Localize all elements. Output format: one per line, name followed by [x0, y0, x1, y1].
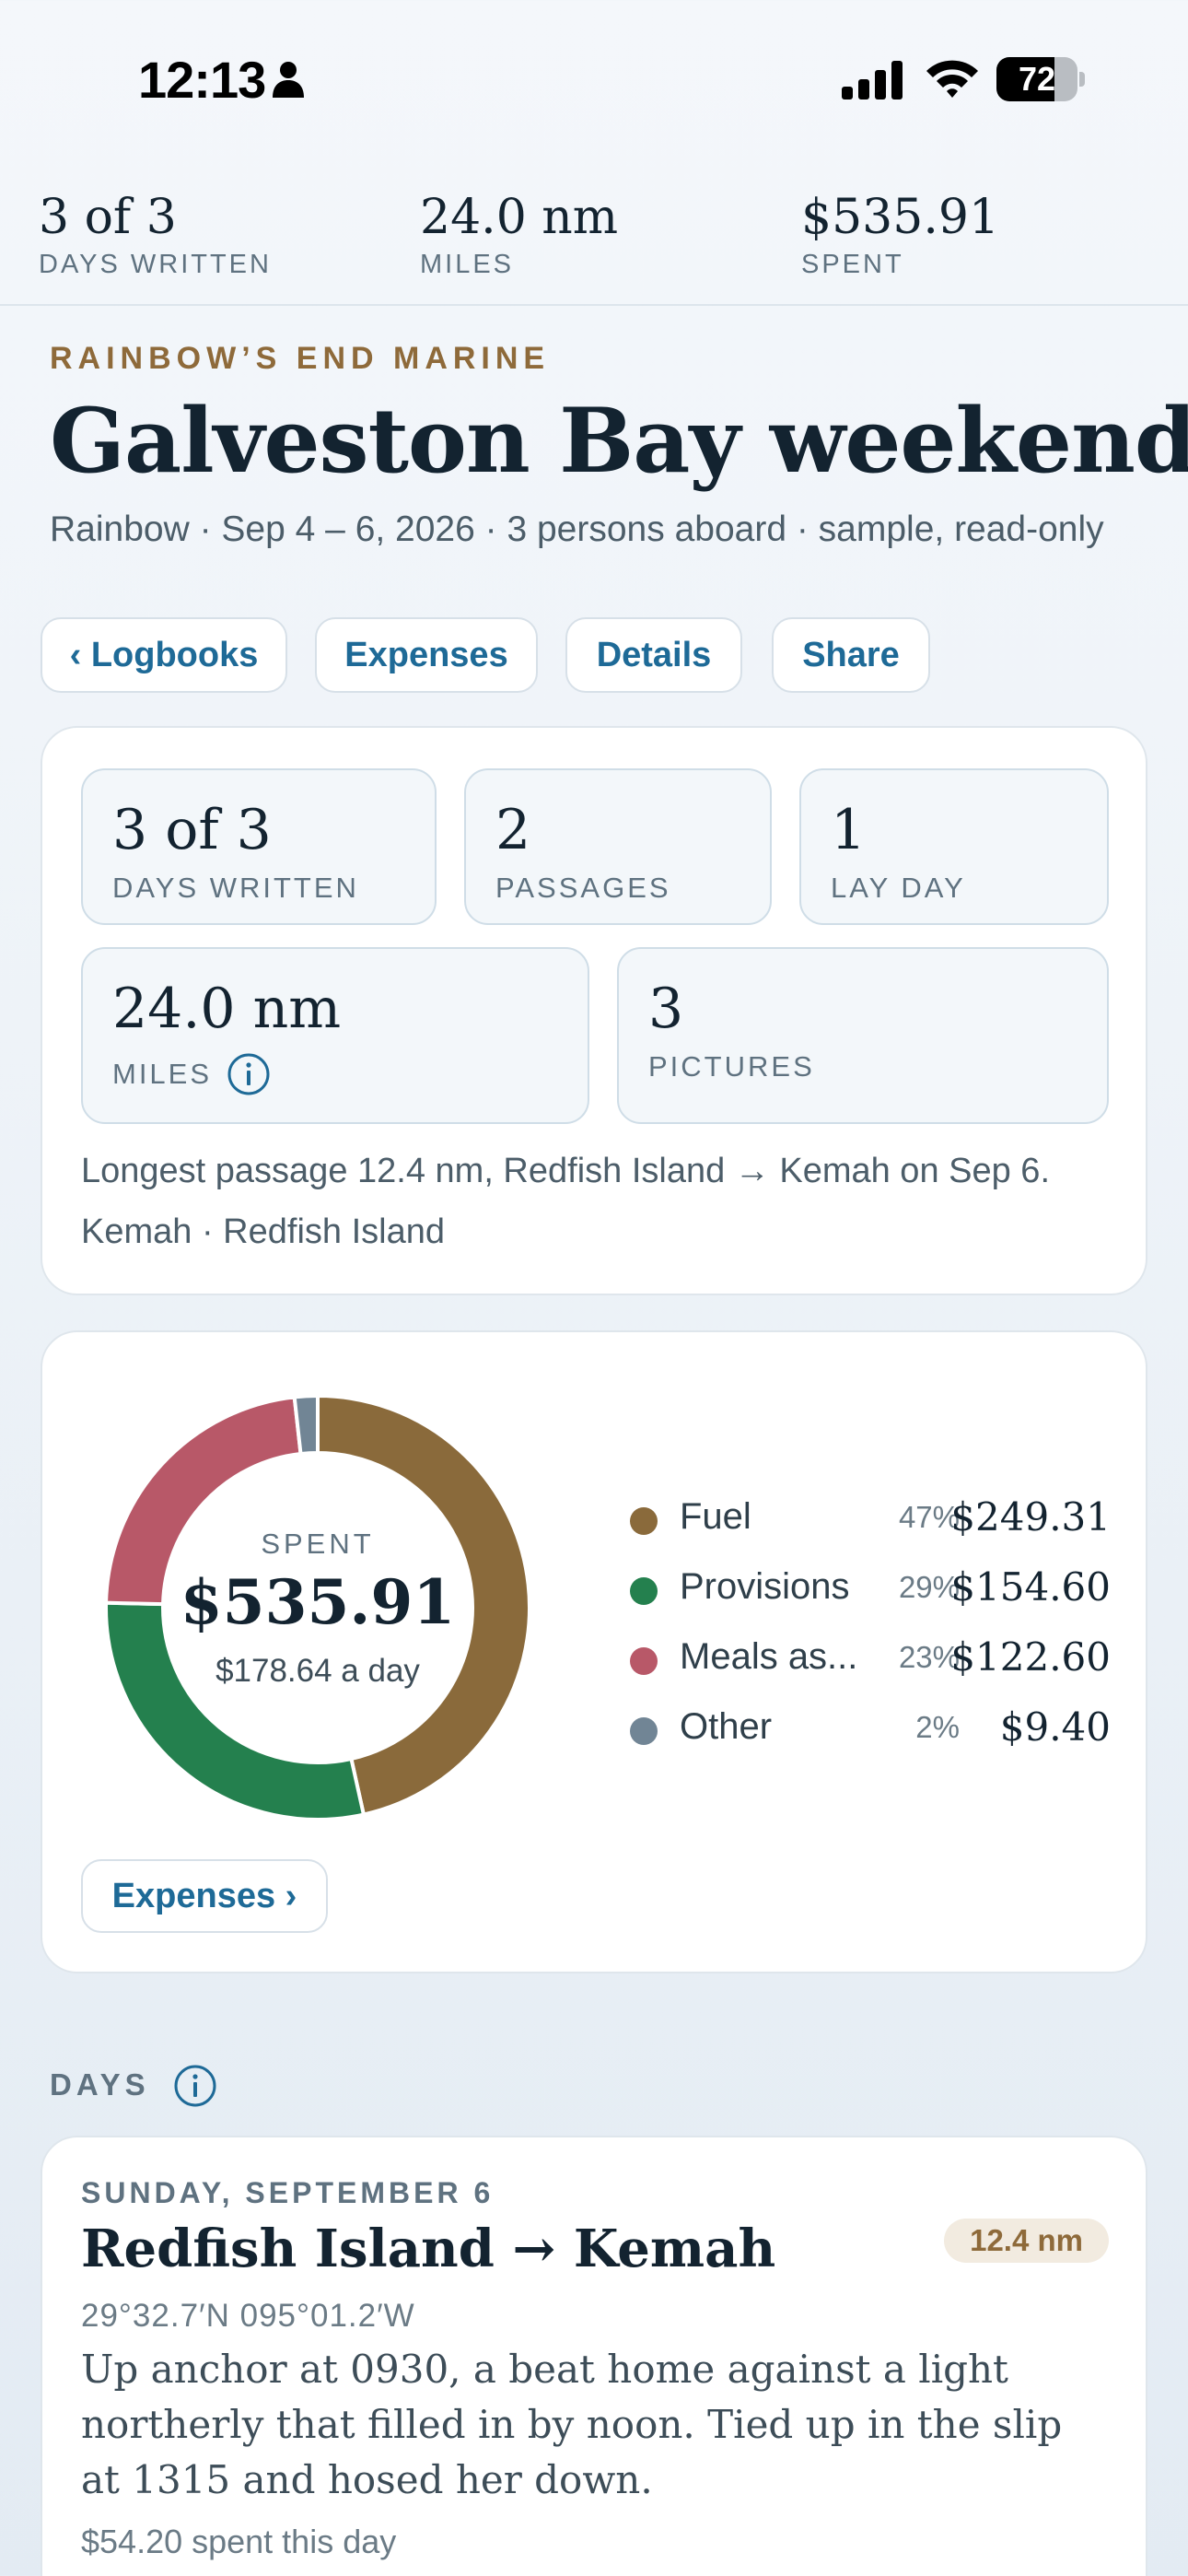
legend-row-other: Other 2% $9.40: [586, 1701, 1111, 1756]
legend-label-fuel: Fuel: [680, 1496, 751, 1537]
legend-amount-provisions: $154.60: [950, 1564, 1111, 1610]
legend-label-provisions: Provisions: [680, 1566, 850, 1607]
longest-passage-note: Longest passage 12.4 nm, Redfish Island …: [81, 1152, 1050, 1190]
status-bar: 12:13 72: [0, 0, 1188, 166]
stat-lay-day: 1 LAY DAY: [799, 768, 1109, 925]
expenses-button[interactable]: Expenses: [315, 617, 538, 693]
person-icon: [273, 62, 304, 98]
day-card[interactable]: SUNDAY, SEPTEMBER 6 Redfish Island → Kem…: [41, 2136, 1147, 2576]
stats-card: 3 of 3 DAYS WRITTEN 2 PASSAGES 1 LAY DAY…: [41, 726, 1147, 1295]
legend-dot-other: [630, 1717, 658, 1745]
day-spent: $54.20 spent this day: [81, 2523, 397, 2560]
legend-row-meals-as: Meals as... 23% $122.60: [586, 1631, 1111, 1686]
expenses-link-button[interactable]: Expenses ›: [81, 1859, 328, 1933]
stat-days-written: 3 of 3 DAYS WRITTEN: [81, 768, 437, 925]
battery-icon: 72: [996, 57, 1085, 101]
legend-percent-provisions: 29%: [898, 1570, 960, 1604]
share-button[interactable]: Share: [772, 617, 930, 693]
legend-amount-meals-as: $122.60: [950, 1634, 1111, 1680]
summary-miles: 24.0 nm MILES: [420, 190, 619, 280]
logbooks-button[interactable]: ‹ Logbooks: [41, 617, 287, 693]
legend-percent-fuel: 47%: [898, 1500, 960, 1534]
legend-dot-provisions: [630, 1577, 658, 1605]
days-info-icon[interactable]: [173, 2064, 217, 2108]
legend-row-provisions: Provisions 29% $154.60: [586, 1561, 1111, 1616]
summary-spent: $535.91 SPENT: [801, 190, 1000, 280]
spent-label: SPENT: [261, 1528, 375, 1560]
spent-total: $535.91: [180, 1566, 456, 1638]
legend-row-fuel: Fuel 47% $249.31: [586, 1491, 1111, 1546]
legend-percent-other: 2%: [915, 1710, 960, 1744]
legend-label-other: Other: [680, 1706, 773, 1747]
cellular-signal-icon: [842, 61, 903, 100]
summary-strip: 3 of 3 DAYS WRITTEN 24.0 nm MILES $535.9…: [0, 181, 1188, 306]
day-entry-text: Up anchor at 0930, a beat home against a…: [81, 2347, 1063, 2502]
stat-passages: 2 PASSAGES: [464, 768, 772, 925]
page-title: Galveston Bay weekend: [50, 389, 1188, 493]
info-icon[interactable]: [227, 1052, 271, 1096]
days-section-label: DAYS: [50, 2067, 150, 2102]
brand-name: RAINBOW’S END MARINE: [50, 341, 551, 376]
distance-badge: 12.4 nm: [944, 2219, 1109, 2263]
stat-miles: 24.0 nm MILES: [81, 947, 589, 1124]
page-subtitle: Rainbow · Sep 4 – 6, 2026 · 3 persons ab…: [50, 509, 1104, 549]
legend-label-meals-as: Meals as...: [680, 1636, 858, 1677]
details-button[interactable]: Details: [565, 617, 742, 693]
stat-pictures: 3 PICTURES: [617, 947, 1109, 1124]
legend-percent-meals-as: 23%: [898, 1640, 960, 1674]
day-title: Redfish Island → Kemah: [81, 2219, 776, 2279]
legend-amount-fuel: $249.31: [950, 1494, 1111, 1540]
places-note: Kemah · Redfish Island: [81, 1212, 445, 1251]
spending-card: SPENT $535.91 $178.64 a day Fuel 47% $249.…: [41, 1330, 1147, 1973]
status-time: 12:13: [138, 51, 266, 109]
day-date: SUNDAY, SEPTEMBER 6: [81, 2176, 495, 2209]
legend-dot-meals-as: [630, 1647, 658, 1675]
legend-amount-other: $9.40: [999, 1704, 1111, 1750]
spent-per-day: $178.64 a day: [215, 1653, 420, 1689]
battery-level: 72: [1018, 60, 1056, 98]
summary-days-written: 3 of 3 DAYS WRITTEN: [39, 190, 272, 280]
legend-dot-fuel: [630, 1507, 658, 1535]
wifi-icon: [926, 60, 978, 98]
day-coordinates: 29°32.7′N 095°01.2′W: [81, 2298, 415, 2334]
donut-center: SPENT $535.91 $178.64 a day: [101, 1391, 534, 1824]
